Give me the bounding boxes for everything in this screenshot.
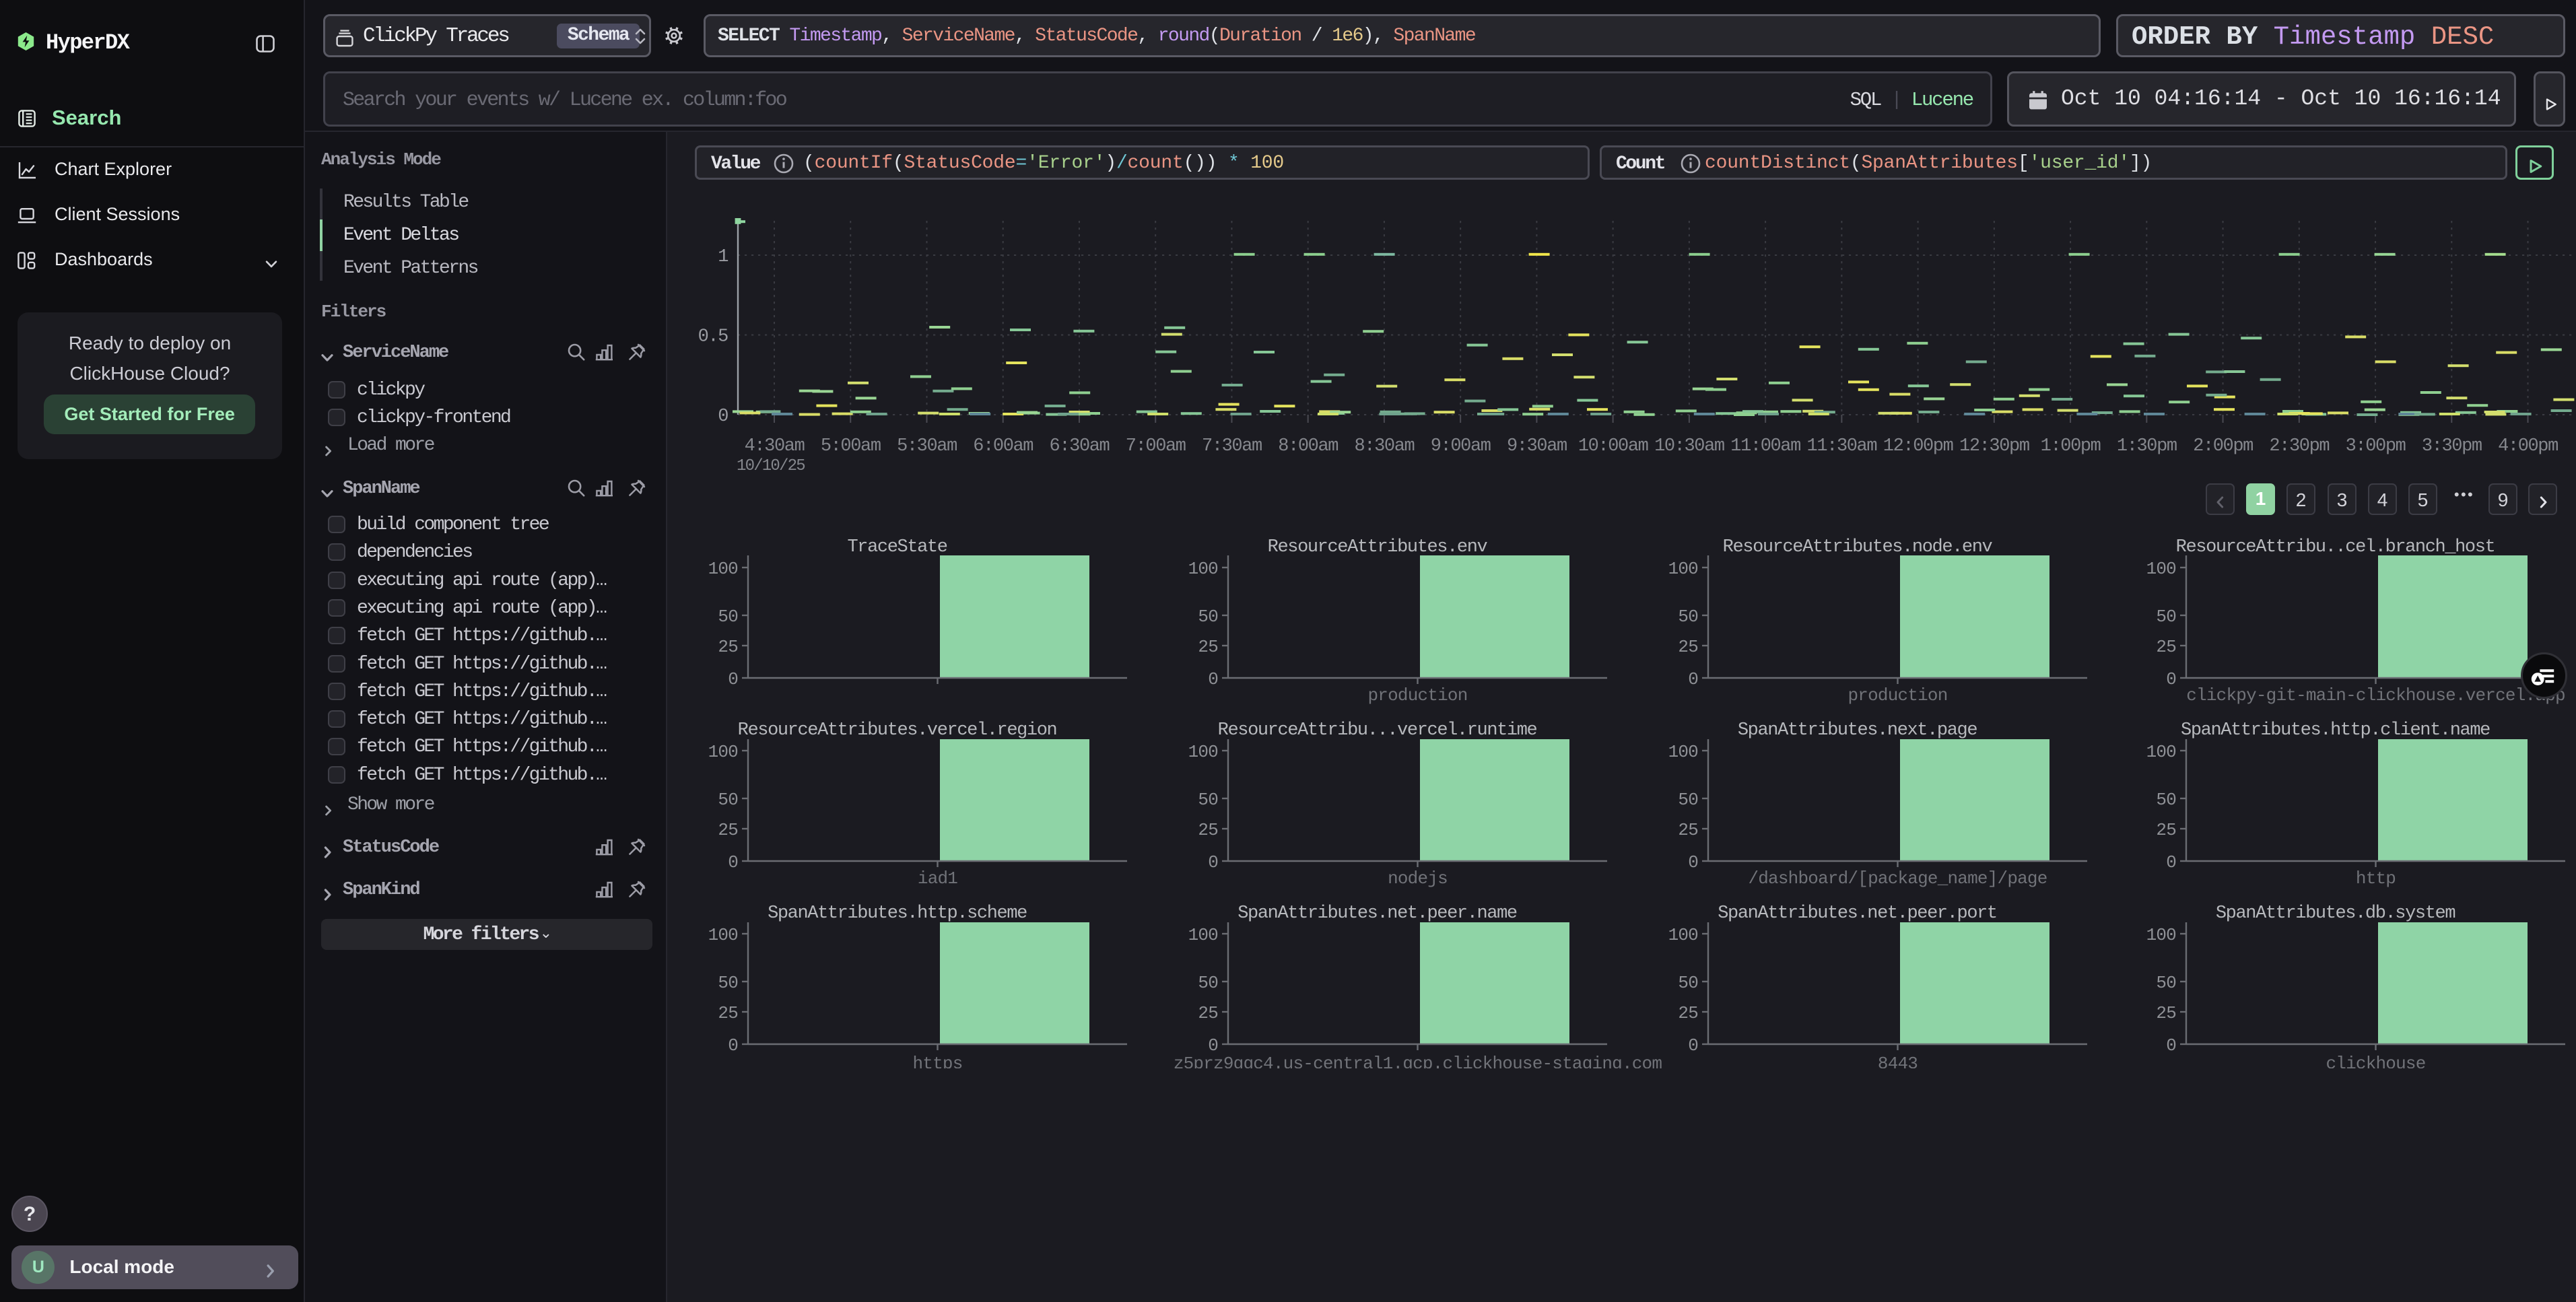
svg-text:50: 50 bbox=[1678, 607, 1698, 627]
svg-text:1:30pm: 1:30pm bbox=[2117, 436, 2177, 456]
svg-text:SpanAttributes.http.scheme: SpanAttributes.http.scheme bbox=[768, 903, 1027, 924]
svg-text:11:00am: 11:00am bbox=[1730, 436, 1800, 456]
svg-text:5:00am: 5:00am bbox=[821, 436, 881, 456]
svg-text:100: 100 bbox=[1668, 559, 1698, 579]
svg-text:/dashboard/[package_name]/page: /dashboard/[package_name]/page bbox=[1748, 868, 2047, 889]
svg-text:clickpy-git-main-clickhouse.ve: clickpy-git-main-clickhouse.vercel.app bbox=[2186, 685, 2565, 706]
svg-text:50: 50 bbox=[1678, 790, 1698, 810]
svg-text:SpanAttributes.net.peer.port: SpanAttributes.net.peer.port bbox=[1718, 903, 1996, 924]
svg-text:100: 100 bbox=[1668, 742, 1698, 762]
svg-text:0: 0 bbox=[728, 852, 738, 872]
svg-text:clickhouse: clickhouse bbox=[2326, 1054, 2425, 1068]
svg-text:50: 50 bbox=[2156, 607, 2176, 627]
svg-text:25: 25 bbox=[1198, 637, 1218, 657]
svg-text:100: 100 bbox=[2146, 742, 2176, 762]
svg-text:ResourceAttributes.env: ResourceAttributes.env bbox=[1268, 537, 1488, 557]
svg-text:25: 25 bbox=[2156, 1003, 2176, 1023]
svg-text:0: 0 bbox=[1208, 852, 1218, 872]
svg-text:25: 25 bbox=[718, 820, 738, 840]
svg-text:0.5: 0.5 bbox=[698, 327, 728, 347]
svg-text:6:30am: 6:30am bbox=[1050, 436, 1110, 456]
svg-text:100: 100 bbox=[1188, 742, 1218, 762]
svg-text:25: 25 bbox=[718, 1003, 738, 1023]
svg-text:50: 50 bbox=[1678, 973, 1698, 993]
svg-text:50: 50 bbox=[2156, 973, 2176, 993]
svg-text:0: 0 bbox=[728, 1035, 738, 1056]
svg-text:100: 100 bbox=[2146, 559, 2176, 579]
svg-text:SpanAttributes.db.system: SpanAttributes.db.system bbox=[2216, 903, 2455, 924]
svg-text:ResourceAttributes.vercel.regi: ResourceAttributes.vercel.region bbox=[738, 720, 1057, 741]
svg-text:http: http bbox=[2356, 868, 2396, 889]
svg-text:7:00am: 7:00am bbox=[1126, 436, 1186, 456]
svg-text:10:30am: 10:30am bbox=[1654, 436, 1724, 456]
svg-text:25: 25 bbox=[1678, 820, 1698, 840]
svg-text:50: 50 bbox=[718, 790, 738, 810]
svg-text:50: 50 bbox=[1198, 790, 1218, 810]
svg-text:SpanAttributes.http.client.nam: SpanAttributes.http.client.name bbox=[2181, 720, 2490, 741]
svg-text:25: 25 bbox=[1198, 1003, 1218, 1023]
svg-text:25: 25 bbox=[1678, 637, 1698, 657]
svg-text:0: 0 bbox=[1688, 852, 1698, 872]
svg-text:4:30am: 4:30am bbox=[745, 436, 805, 456]
svg-text:TraceState: TraceState bbox=[847, 537, 947, 557]
svg-text:50: 50 bbox=[1198, 973, 1218, 993]
svg-text:0: 0 bbox=[718, 407, 728, 427]
svg-text:50: 50 bbox=[1198, 607, 1218, 627]
svg-text:100: 100 bbox=[1668, 925, 1698, 945]
svg-text:25: 25 bbox=[2156, 637, 2176, 657]
svg-text:1:00pm: 1:00pm bbox=[2041, 436, 2101, 456]
svg-text:3:30pm: 3:30pm bbox=[2422, 436, 2482, 456]
svg-text:https: https bbox=[912, 1054, 962, 1068]
svg-text:50: 50 bbox=[718, 607, 738, 627]
svg-text:SpanAttributes.next.page: SpanAttributes.next.page bbox=[1738, 720, 1977, 741]
svg-text:8443: 8443 bbox=[1878, 1054, 1918, 1068]
svg-text:100: 100 bbox=[708, 925, 738, 945]
svg-text:11:30am: 11:30am bbox=[1807, 436, 1877, 456]
svg-text:0: 0 bbox=[2166, 669, 2176, 689]
svg-text:25: 25 bbox=[1678, 1003, 1698, 1023]
svg-text:100: 100 bbox=[2146, 925, 2176, 945]
svg-text:100: 100 bbox=[1188, 559, 1218, 579]
svg-text:ResourceAttribu...vercel.runti: ResourceAttribu...vercel.runtime bbox=[1218, 720, 1537, 741]
svg-text:2:00pm: 2:00pm bbox=[2193, 436, 2253, 456]
svg-text:50: 50 bbox=[2156, 790, 2176, 810]
svg-text:SpanAttributes.net.peer.name: SpanAttributes.net.peer.name bbox=[1238, 903, 1517, 924]
svg-text:ResourceAttributes.node.env: ResourceAttributes.node.env bbox=[1723, 537, 1993, 557]
svg-text:100: 100 bbox=[708, 742, 738, 762]
svg-text:3:00pm: 3:00pm bbox=[2346, 436, 2406, 456]
svg-text:12:30pm: 12:30pm bbox=[1959, 436, 2029, 456]
svg-text:0: 0 bbox=[1208, 669, 1218, 689]
svg-text:25: 25 bbox=[2156, 820, 2176, 840]
svg-text:4:00pm: 4:00pm bbox=[2498, 436, 2558, 456]
svg-text:10/10/25: 10/10/25 bbox=[737, 457, 805, 475]
svg-text:ResourceAttribu..cel.branch_ho: ResourceAttribu..cel.branch_host bbox=[2176, 537, 2495, 557]
svg-text:0: 0 bbox=[1688, 1035, 1698, 1056]
svg-text:9:00am: 9:00am bbox=[1431, 436, 1491, 456]
svg-text:2:30pm: 2:30pm bbox=[2269, 436, 2329, 456]
svg-text:100: 100 bbox=[1188, 925, 1218, 945]
svg-text:10:00am: 10:00am bbox=[1578, 436, 1648, 456]
svg-text:6:00am: 6:00am bbox=[973, 436, 1033, 456]
svg-text:production: production bbox=[1848, 685, 1947, 706]
svg-text:nodejs: nodejs bbox=[1388, 868, 1448, 889]
svg-text:25: 25 bbox=[1198, 820, 1218, 840]
svg-text:production: production bbox=[1367, 685, 1467, 706]
svg-text:100: 100 bbox=[708, 559, 738, 579]
svg-text:8:00am: 8:00am bbox=[1278, 436, 1338, 456]
svg-text:8:30am: 8:30am bbox=[1355, 436, 1415, 456]
svg-text:0: 0 bbox=[2166, 852, 2176, 872]
svg-text:0: 0 bbox=[728, 669, 738, 689]
svg-text:7:30am: 7:30am bbox=[1202, 436, 1262, 456]
svg-text:50: 50 bbox=[718, 973, 738, 993]
svg-text:0: 0 bbox=[2166, 1035, 2176, 1056]
svg-text:z5prz9ggc4.us-central1.gcp.cli: z5prz9ggc4.us-central1.gcp.clickhouse-st… bbox=[1174, 1054, 1662, 1068]
svg-text:5:30am: 5:30am bbox=[897, 436, 957, 456]
svg-text:iad1: iad1 bbox=[918, 868, 957, 889]
svg-text:9:30am: 9:30am bbox=[1507, 436, 1567, 456]
svg-text:25: 25 bbox=[718, 637, 738, 657]
svg-text:0: 0 bbox=[1688, 669, 1698, 689]
svg-text:12:00pm: 12:00pm bbox=[1883, 436, 1953, 456]
svg-text:1: 1 bbox=[718, 247, 728, 267]
svg-text:0: 0 bbox=[1208, 1035, 1218, 1056]
